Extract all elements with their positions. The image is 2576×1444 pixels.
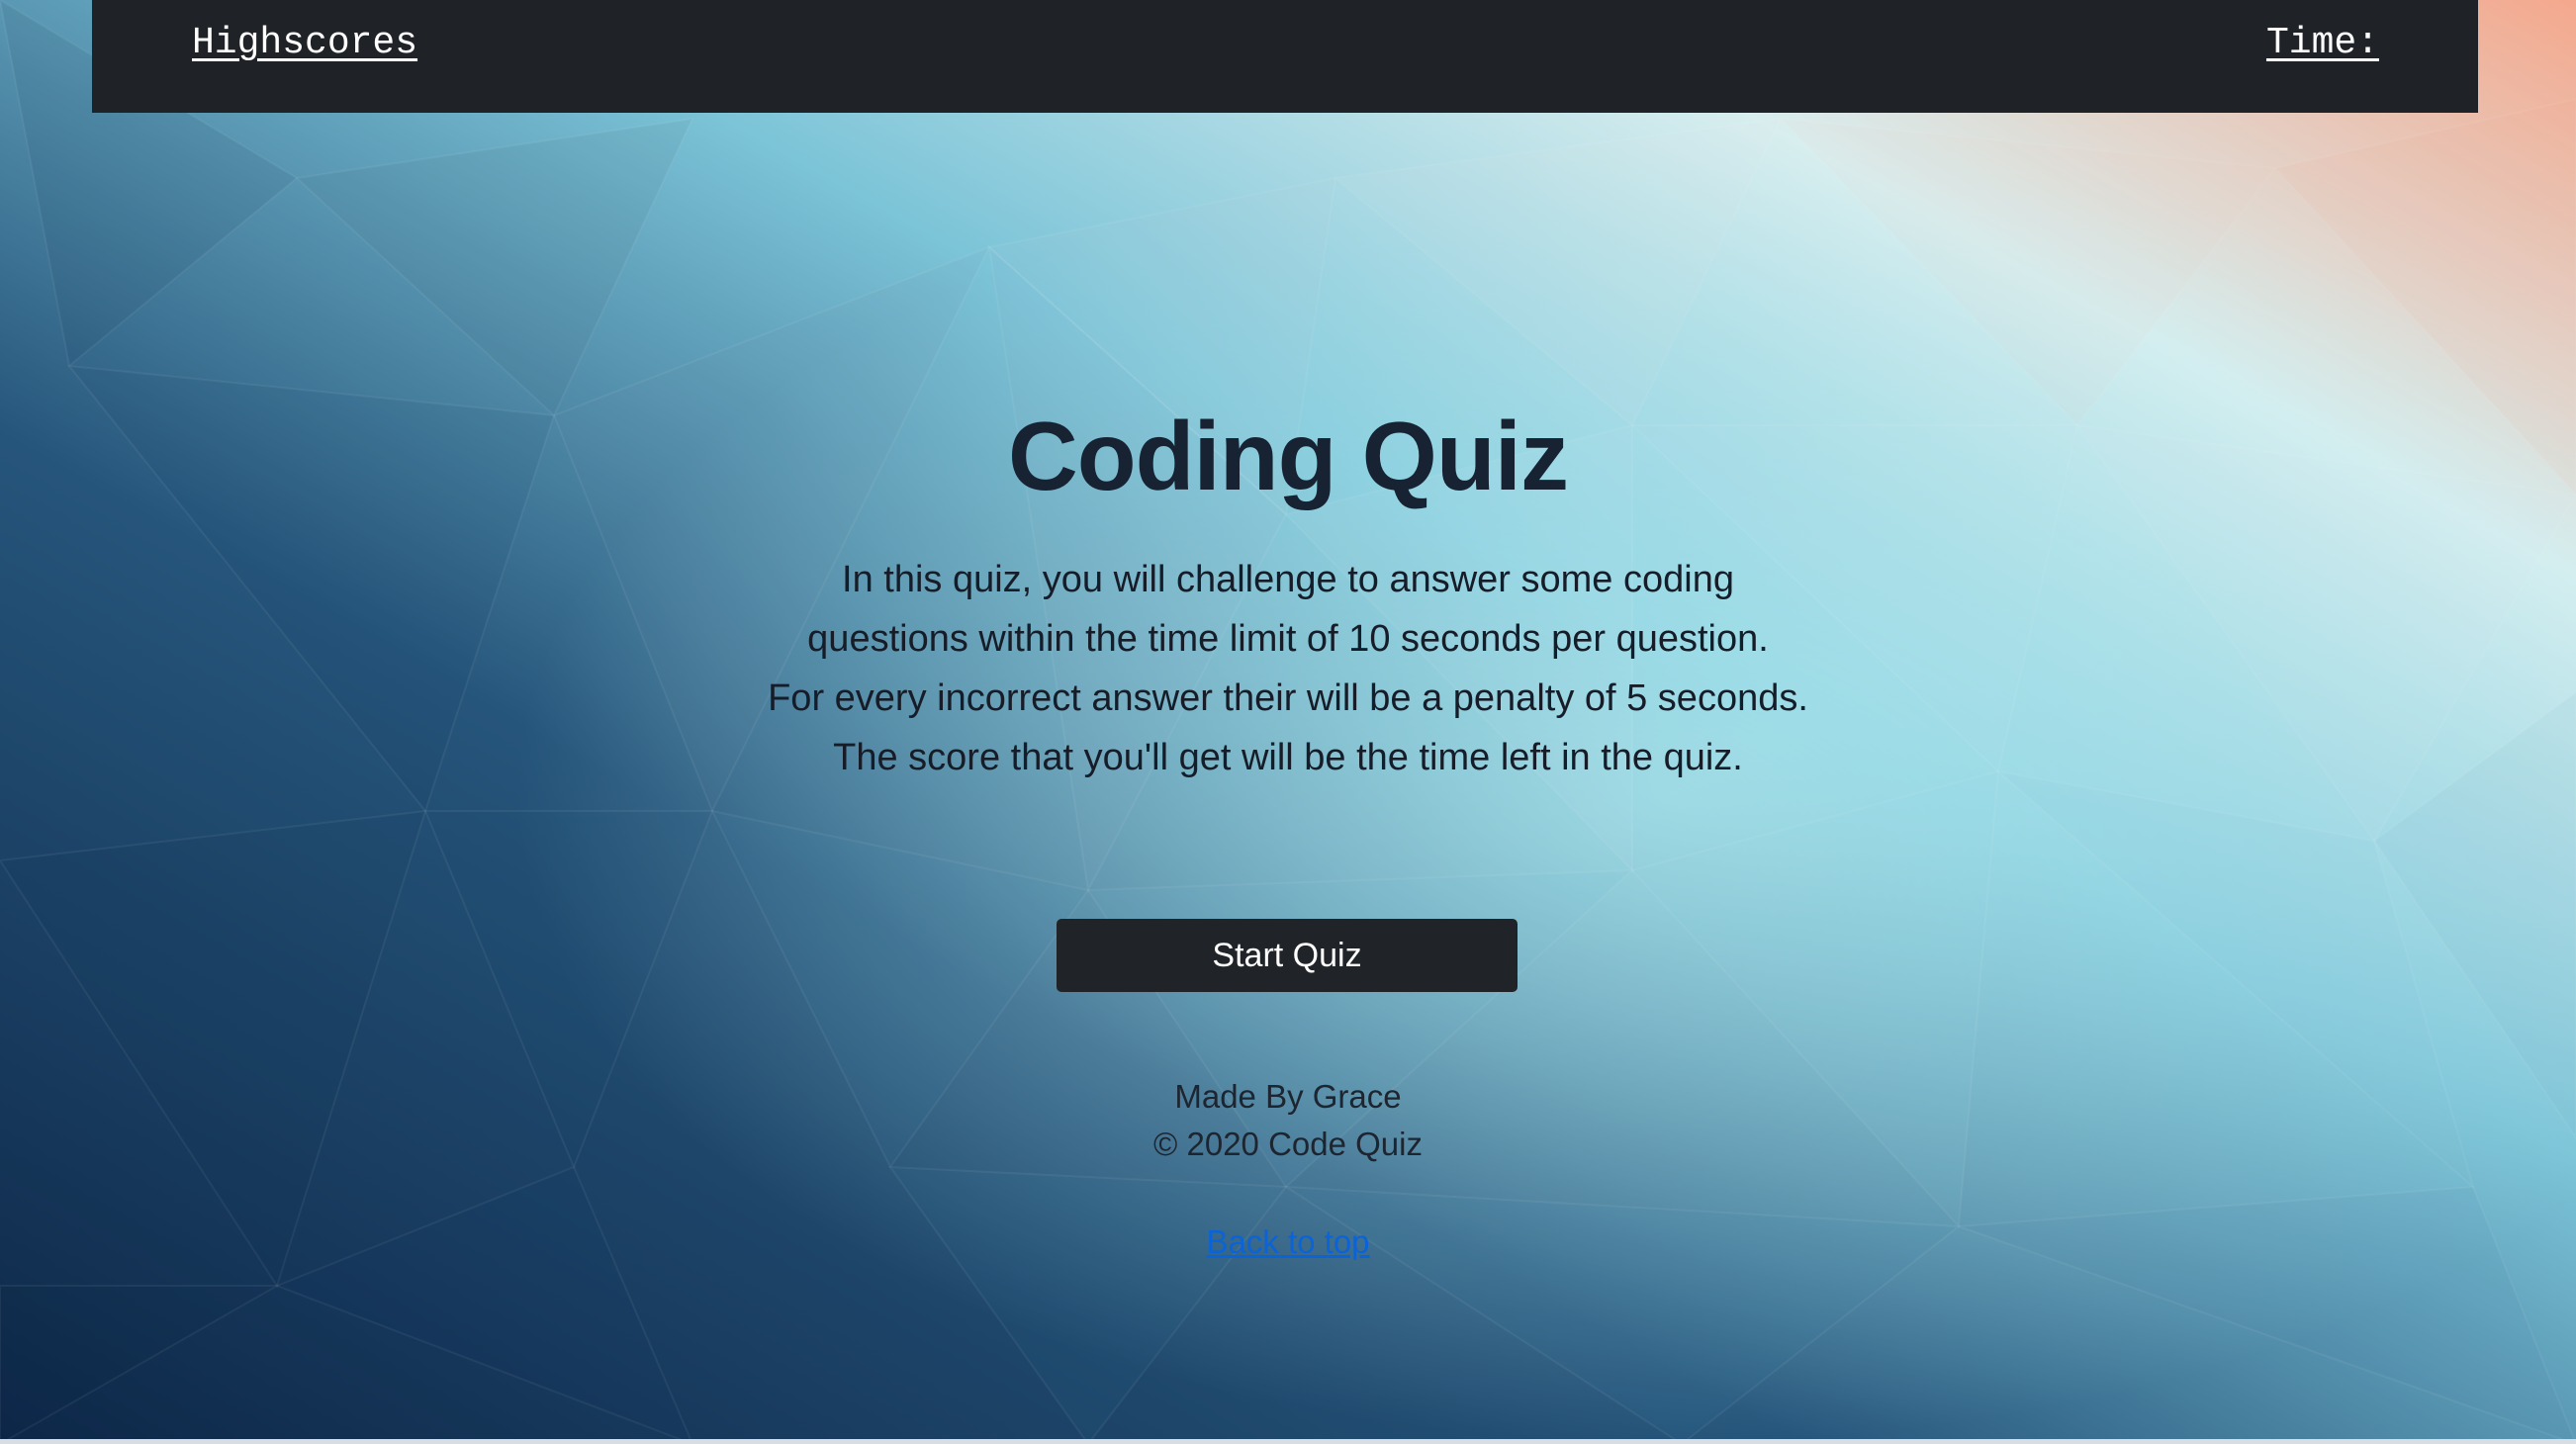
description-line-1: In this quiz, you will challenge to answ… — [842, 559, 1734, 600]
footer-copyright: © 2020 Code Quiz — [1153, 1126, 1423, 1162]
timer-label: Time: — [2265, 22, 2379, 64]
top-navbar: Highscores Time: — [92, 0, 2478, 113]
description-line-2: questions within the time limit of 10 se… — [807, 618, 1769, 660]
description-line-3: For every incorrect answer their will be… — [768, 677, 1808, 719]
description-line-4: The score that you'll get will be the ti… — [833, 737, 1743, 778]
footer-made-by: Made By Grace — [1174, 1078, 1402, 1115]
back-to-top-link[interactable]: Back to top — [0, 1223, 2576, 1261]
start-quiz-button[interactable]: Start Quiz — [1057, 919, 1518, 992]
page-title: Coding Quiz — [1008, 402, 1569, 510]
bottom-border — [0, 1439, 2576, 1444]
highscores-link[interactable]: Highscores — [192, 22, 417, 64]
